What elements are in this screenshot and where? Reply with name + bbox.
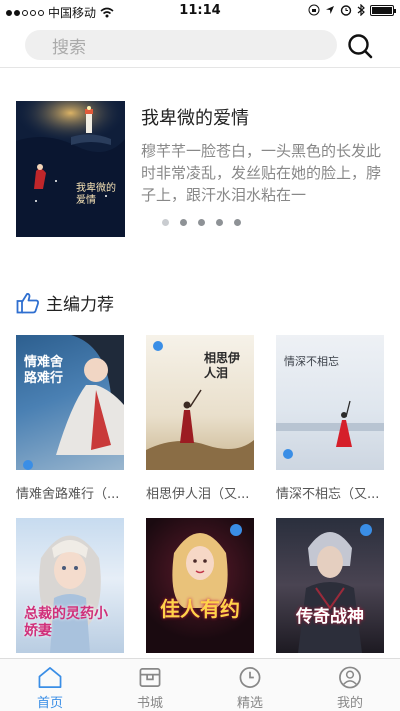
book-cover-title: 相思伊人泪 [204,351,241,380]
banner-cover-title: 我卑微的爱情 [76,183,116,206]
tab-label: 书城 [136,696,163,711]
book-cover[interactable]: 佳人有约 [146,518,254,653]
book-card[interactable]: 情难舍路难行 情难舍路难行（... [16,335,124,502]
carousel-pager [162,219,241,226]
book-cover[interactable]: 情深不相忘 [276,335,384,470]
pager-dot[interactable] [180,219,187,226]
user-icon [339,666,361,689]
section-header-recommend: 主编力荐 [16,290,114,315]
pager-dot[interactable] [162,219,169,226]
banner-book-cover[interactable]: 我卑微的爱情 [16,101,125,237]
search-input[interactable]: 搜索 [25,30,337,60]
status-bar: 中国移动 11:14 [0,0,400,22]
clock-icon [239,667,261,688]
book-card[interactable]: 总裁的灵药小娇妻 [16,518,124,666]
book-cover-title: 情深不相忘 [284,355,339,368]
location-icon [326,6,334,14]
book-title[interactable]: 相思伊人泪（又... [146,483,256,502]
search-icon[interactable] [346,32,374,60]
battery-icon [370,4,396,16]
book-cover-title: 佳人有约 [160,597,240,621]
tab-profile[interactable]: 我的 [300,659,400,711]
banner-title[interactable]: 我卑微的爱情 [141,104,249,130]
tab-label: 首页 [36,696,63,711]
book-cover[interactable]: 总裁的灵药小娇妻 [16,518,124,653]
book-card[interactable]: 佳人有约 [146,518,254,666]
tab-label: 我的 [336,696,363,711]
book-card[interactable]: 相思伊人泪 相思伊人泪（又... [146,335,254,502]
section-title: 主编力荐 [46,295,114,315]
pager-dot[interactable] [198,219,205,226]
pager-dot[interactable] [216,219,223,226]
book-cover[interactable]: 传奇战神 [276,518,384,653]
alarm-icon [340,5,352,16]
store-icon [139,668,161,687]
book-cover-title: 传奇战神 [296,607,364,627]
tab-label: 精选 [236,696,263,711]
book-title[interactable]: 情深不相忘（又... [276,483,386,502]
home-icon [38,667,62,688]
rotation-lock-icon [308,4,320,16]
book-card[interactable]: 情深不相忘 情深不相忘（又... [276,335,384,502]
book-cover[interactable]: 情难舍路难行 [16,335,124,470]
tab-store[interactable]: 书城 [100,659,200,711]
status-right [308,4,396,16]
banner-description: 穆芊芊一脸苍白，一头黑色的长发此时非常凌乱，发丝贴在她的脸上，脖子上，跟汗水泪水… [141,142,381,204]
book-cover[interactable]: 相思伊人泪 [146,335,254,470]
tab-bar: 首页 书城 精选 我的 [0,658,400,711]
banner-carousel[interactable]: 我卑微的爱情 我卑微的爱情 穆芊芊一脸苍白，一头黑色的长发此时非常凌乱，发丝贴在… [0,70,400,270]
book-title[interactable]: 情难舍路难行（... [16,483,126,502]
search-bar: 搜索 [0,22,400,68]
bluetooth-icon [357,4,365,16]
book-cover-title: 情难舍路难行 [24,355,64,386]
book-card[interactable]: 传奇战神 [276,518,384,666]
tab-home[interactable]: 首页 [0,659,100,711]
tab-featured[interactable]: 精选 [200,659,300,711]
book-cover-title: 总裁的灵药小娇妻 [24,606,108,639]
pager-dot[interactable] [234,219,241,226]
thumbs-up-icon [16,292,39,313]
